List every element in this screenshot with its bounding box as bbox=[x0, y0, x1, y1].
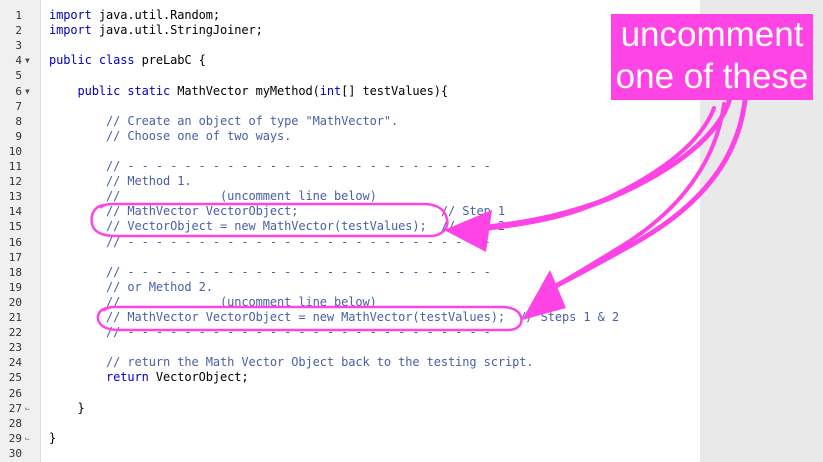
annotation-callout: uncomment one of these bbox=[611, 14, 813, 100]
annotation-arrow-method1 bbox=[485, 95, 733, 230]
callout-line-1: uncomment bbox=[620, 15, 804, 54]
callout-line-2: one of these bbox=[615, 57, 809, 96]
annotation-arrowhead-method1 bbox=[444, 210, 492, 252]
annotation-arrowhead-method2 bbox=[522, 270, 566, 320]
annotation-circle-method2 bbox=[96, 305, 523, 332]
annotation-circle-method1 bbox=[90, 202, 449, 238]
